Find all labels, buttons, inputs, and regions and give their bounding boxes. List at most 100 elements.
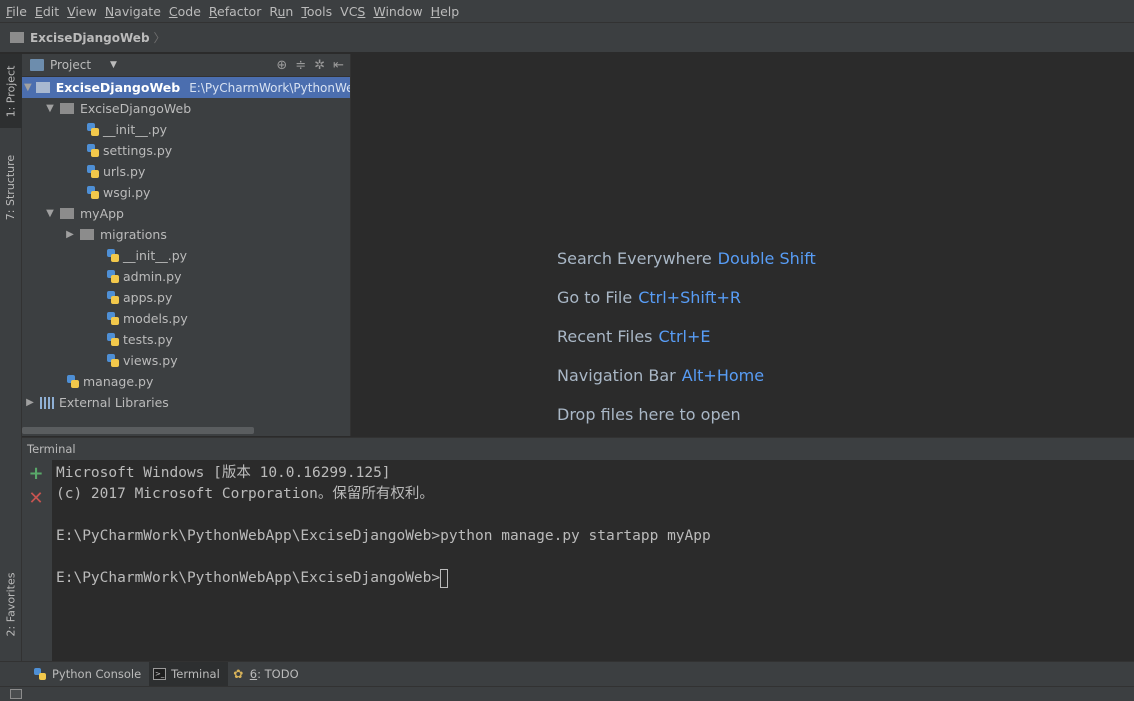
breadcrumb-project[interactable]: ExciseDjangoWeb xyxy=(30,31,150,45)
project-view-selector[interactable]: Project xyxy=(50,58,106,72)
tree-item-app[interactable]: ▼ myApp xyxy=(22,203,350,224)
breadcrumb-chevron-icon: 〉 xyxy=(153,31,166,45)
tab-mnemonic: 6 xyxy=(249,667,258,681)
tree-item-external-libraries[interactable]: ▶ External Libraries xyxy=(22,392,350,413)
tab-terminal[interactable]: >_ Terminal xyxy=(149,661,228,687)
tree-item-label: models.py xyxy=(123,311,188,326)
todo-icon: ✿ xyxy=(233,667,244,681)
tab-label: Terminal xyxy=(171,667,220,681)
tree-item-file[interactable]: settings.py xyxy=(22,140,350,161)
expanded-arrow-icon[interactable]: ▼ xyxy=(44,208,56,219)
menu-help[interactable]: Help xyxy=(427,0,464,23)
folder-icon xyxy=(10,32,24,43)
hint-go-to-file: Go to File Ctrl+Shift+R xyxy=(557,288,741,307)
tree-item-file[interactable]: urls.py xyxy=(22,161,350,182)
tool-tab-structure-label: 7: Structure xyxy=(4,154,18,220)
hint-shortcut: Alt+Home xyxy=(681,366,765,385)
hint-drop-files: Drop files here to open xyxy=(557,405,741,424)
tree-item-file[interactable]: tests.py xyxy=(22,329,350,350)
tree-item-file[interactable]: __init__.py xyxy=(22,245,350,266)
menu-file[interactable]: File xyxy=(2,0,31,23)
collapsed-arrow-icon[interactable]: ▶ xyxy=(64,229,76,240)
tree-item-label: ExciseDjangoWeb xyxy=(55,80,181,95)
project-toolbar-actions: ⊕ ≑ ✲ ⇤ xyxy=(276,58,350,73)
menu-refactor[interactable]: Refactor xyxy=(205,0,265,23)
tree-item-file[interactable]: apps.py xyxy=(22,287,350,308)
text-cursor xyxy=(440,568,449,588)
tool-tab-structure[interactable]: 7: Structure xyxy=(0,142,22,232)
hint-navigation-bar: Navigation Bar Alt+Home xyxy=(557,366,764,385)
python-file-icon xyxy=(106,290,120,305)
tree-item-label: admin.py xyxy=(123,269,182,284)
project-toolbar: Project ▼ ⊕ ≑ ✲ ⇤ xyxy=(22,54,350,77)
python-file-icon xyxy=(86,122,100,137)
hint-text: Recent Files xyxy=(557,327,653,346)
python-file-icon xyxy=(86,143,100,158)
menu-vcs[interactable]: VCS xyxy=(336,0,369,23)
settings-gear-icon[interactable]: ✲ xyxy=(314,58,325,73)
tree-item-file[interactable]: manage.py xyxy=(22,371,350,392)
menu-window[interactable]: Window xyxy=(369,0,426,23)
collapse-all-icon[interactable]: ≑ xyxy=(295,58,306,73)
dropdown-arrow-icon[interactable]: ▼ xyxy=(110,60,117,70)
tab-todo[interactable]: ✿ 6: TODO xyxy=(228,662,307,687)
add-session-icon[interactable]: + xyxy=(28,465,44,483)
editor-area[interactable]: Search Everywhere Double Shift Go to File… xyxy=(352,54,1134,436)
python-file-icon xyxy=(106,311,120,326)
toggle-tool-windows-icon[interactable] xyxy=(10,689,22,699)
tool-tab-favorites[interactable]: 2: Favorites xyxy=(0,559,22,649)
menu-navigate[interactable]: Navigate xyxy=(101,0,165,23)
hint-shortcut: Ctrl+E xyxy=(658,327,711,346)
hint-text: Navigation Bar xyxy=(557,366,676,385)
tree-item-file[interactable]: admin.py xyxy=(22,266,350,287)
tool-tab-favorites-label: 2: Favorites xyxy=(4,572,18,636)
tree-item-label: tests.py xyxy=(123,332,173,347)
tool-tab-project-label: 1: Project xyxy=(4,65,18,117)
tree-item-label: __init__.py xyxy=(123,248,188,263)
tree-item-label: wsgi.py xyxy=(103,185,151,200)
hint-shortcut: Ctrl+Shift+R xyxy=(638,288,741,307)
tree-item-package[interactable]: ▼ ExciseDjangoWeb xyxy=(22,98,350,119)
project-folder-icon xyxy=(35,82,50,93)
menu-bar: File Edit View Navigate Code Refactor Ru… xyxy=(0,0,1134,23)
python-file-icon xyxy=(106,332,120,347)
menu-view[interactable]: View xyxy=(63,0,101,23)
tree-item-file[interactable]: models.py xyxy=(22,308,350,329)
libraries-icon xyxy=(40,396,54,409)
python-console-icon xyxy=(34,668,47,680)
terminal-prompt: E:\PyCharmWork\PythonWebApp\ExciseDjango… xyxy=(56,570,441,586)
hide-panel-icon[interactable]: ⇤ xyxy=(333,58,344,73)
collapsed-arrow-icon[interactable]: ▶ xyxy=(24,397,36,408)
horizontal-scrollbar[interactable] xyxy=(22,427,254,434)
terminal-actions: + ✕ xyxy=(22,460,52,661)
close-session-icon[interactable]: ✕ xyxy=(28,490,44,508)
tree-item-file[interactable]: wsgi.py xyxy=(22,182,350,203)
terminal-line: (c) 2017 Microsoft Corporation。保留所有权利。 xyxy=(56,486,434,502)
package-folder-icon xyxy=(80,229,94,240)
tree-item-label: views.py xyxy=(123,353,178,368)
terminal-prompt-line[interactable]: E:\PyCharmWork\PythonWebApp\ExciseDjango… xyxy=(56,568,1134,589)
terminal-header: Terminal xyxy=(22,437,1134,460)
menu-tools[interactable]: Tools xyxy=(297,0,336,23)
tool-tab-project[interactable]: 1: Project xyxy=(0,54,22,128)
tree-item-path: E:\PyCharmWork\PythonWebApp\ExciseDjango… xyxy=(189,80,350,95)
expanded-arrow-icon[interactable]: ▼ xyxy=(24,82,32,93)
menu-code[interactable]: Code xyxy=(165,0,205,23)
terminal-output[interactable]: Microsoft Windows [版本 10.0.16299.125] (c… xyxy=(52,460,1134,661)
python-file-icon xyxy=(106,269,120,284)
tree-item-label: External Libraries xyxy=(59,395,169,410)
tree-item-file[interactable]: __init__.py xyxy=(22,119,350,140)
bottom-tool-tabs: Python Console >_ Terminal ✿ 6: TODO xyxy=(0,661,1134,687)
tree-item-label: manage.py xyxy=(83,374,154,389)
tree-item-migrations[interactable]: ▶ migrations xyxy=(22,224,350,245)
menu-edit[interactable]: Edit xyxy=(31,0,63,23)
tab-python-console[interactable]: Python Console xyxy=(30,662,149,687)
expanded-arrow-icon[interactable]: ▼ xyxy=(44,103,56,114)
locate-file-icon[interactable]: ⊕ xyxy=(276,58,287,73)
menu-run[interactable]: Run xyxy=(265,0,297,23)
tree-item-file[interactable]: views.py xyxy=(22,350,350,371)
project-tree: ▼ ExciseDjangoWeb E:\PyCharmWork\PythonW… xyxy=(22,77,350,413)
tree-item-label: settings.py xyxy=(103,143,173,158)
tree-item-root[interactable]: ▼ ExciseDjangoWeb E:\PyCharmWork\PythonW… xyxy=(22,77,350,98)
